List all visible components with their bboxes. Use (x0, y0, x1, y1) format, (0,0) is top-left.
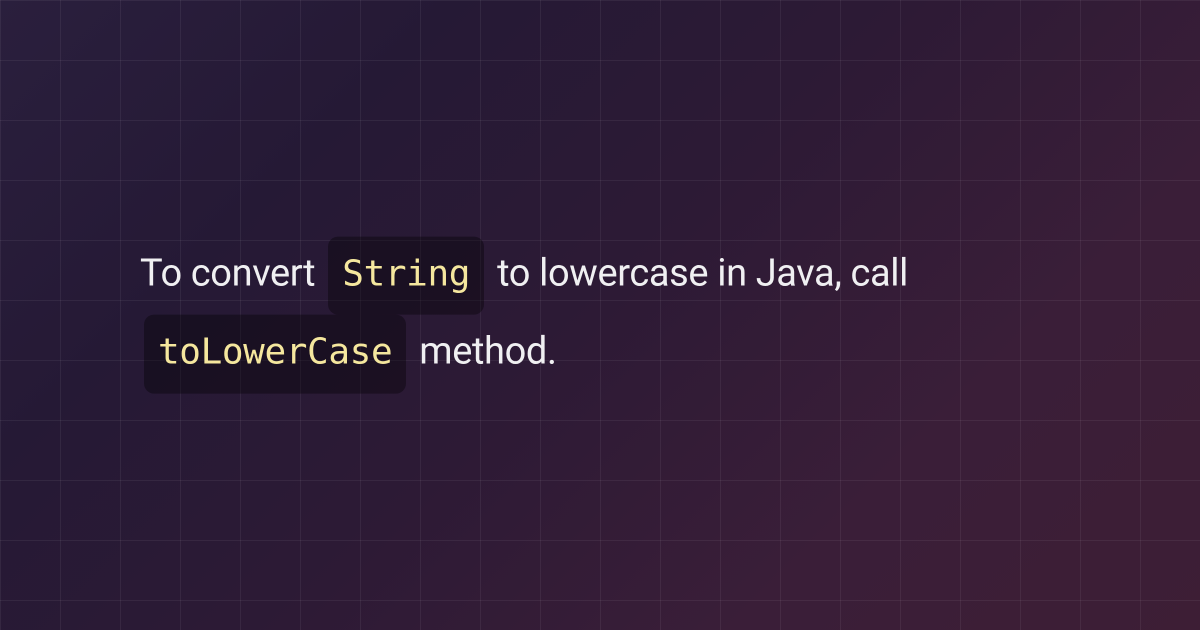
description-text: To convert String to lowercase in Java, … (140, 237, 1060, 394)
code-tolowercase: toLowerCase (144, 315, 406, 393)
code-string: String (328, 237, 484, 315)
text-segment-3: method. (410, 330, 556, 374)
text-segment-2: to lowercase in Java, call (488, 252, 908, 296)
text-segment-1: To convert (140, 252, 324, 296)
content-container: To convert String to lowercase in Java, … (120, 237, 1080, 394)
